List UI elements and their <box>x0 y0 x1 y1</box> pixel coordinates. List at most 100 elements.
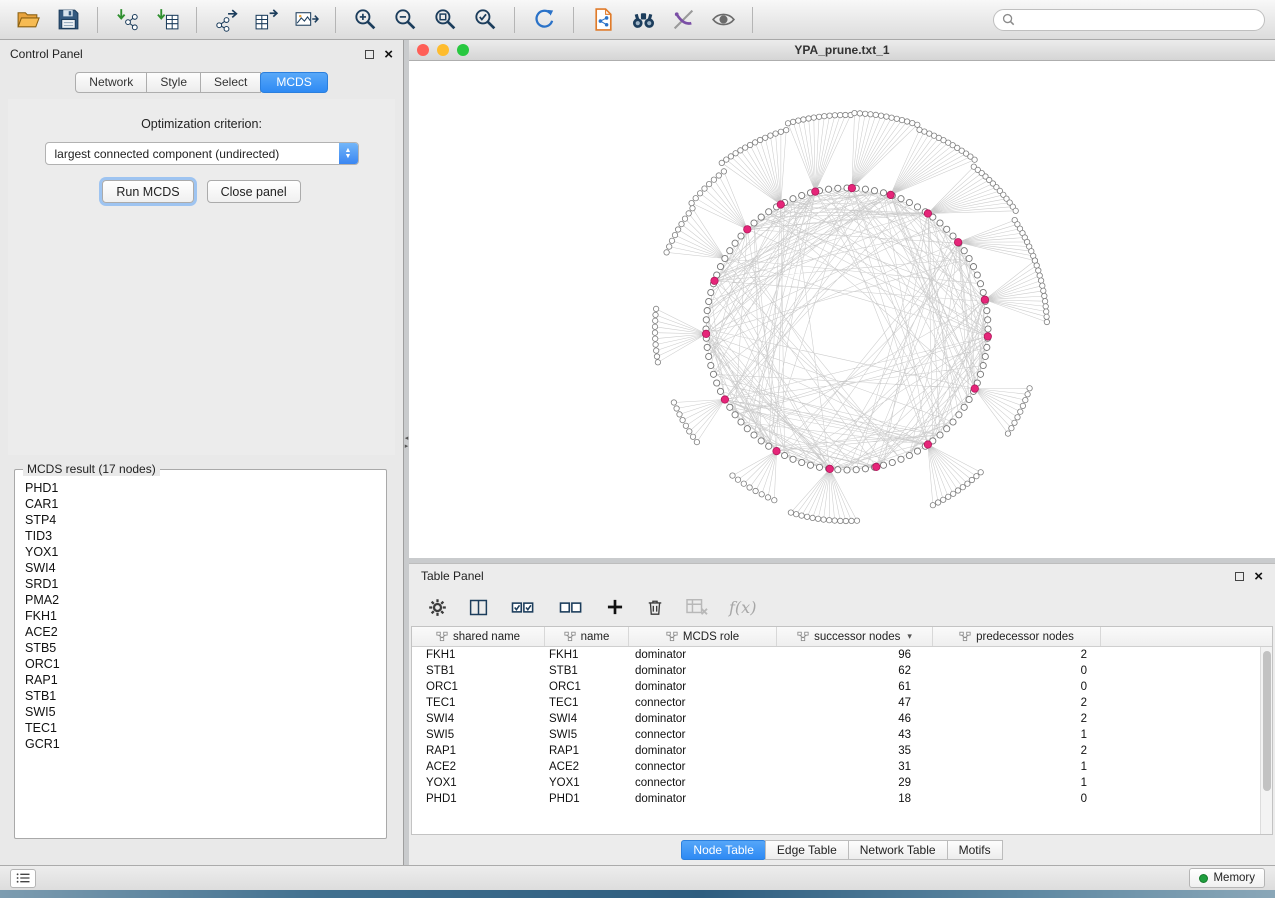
table-cell[interactable]: 62 <box>777 665 933 677</box>
mcds-result-item[interactable]: SWI5 <box>25 704 384 720</box>
mcds-result-item[interactable]: STP4 <box>25 512 384 528</box>
table-cell[interactable]: FKH1 <box>545 649 629 661</box>
table-row[interactable]: ACE2ACE2connector311 <box>412 759 1260 775</box>
table-cell[interactable]: 46 <box>777 713 933 725</box>
table-cell[interactable]: dominator <box>629 649 777 661</box>
table-cell[interactable]: dominator <box>629 793 777 805</box>
close-panel-button[interactable]: Close panel <box>207 180 301 203</box>
table-row[interactable]: SWI5SWI5connector431 <box>412 727 1260 743</box>
mcds-result-item[interactable]: ACE2 <box>25 624 384 640</box>
table-cell[interactable]: YOX1 <box>412 777 545 789</box>
table-cell[interactable]: STB1 <box>412 665 545 677</box>
table-cell[interactable]: connector <box>629 729 777 741</box>
export-image-icon[interactable] <box>288 5 324 35</box>
table-cell[interactable]: 1 <box>933 729 1101 741</box>
mcds-result-item[interactable]: ORC1 <box>25 656 384 672</box>
table-body[interactable]: FKH1FKH1dominator962STB1STB1dominator620… <box>412 647 1260 834</box>
table-cell[interactable]: dominator <box>629 665 777 677</box>
scrollbar-thumb[interactable] <box>1263 651 1271 791</box>
table-cell[interactable]: YOX1 <box>545 777 629 789</box>
table-cell[interactable]: RAP1 <box>412 745 545 757</box>
refresh-icon[interactable] <box>526 5 562 35</box>
mcds-result-item[interactable]: PHD1 <box>25 480 384 496</box>
task-history-button[interactable] <box>10 869 36 888</box>
table-cell[interactable]: 61 <box>777 681 933 693</box>
show-hide-icon[interactable] <box>705 5 741 35</box>
close-window-icon[interactable] <box>417 44 429 56</box>
table-cell[interactable]: PHD1 <box>545 793 629 805</box>
mcds-result-item[interactable]: TID3 <box>25 528 384 544</box>
table-row[interactable]: SWI4SWI4dominator462 <box>412 711 1260 727</box>
deselect-all-icon[interactable] <box>557 597 585 618</box>
table-cell[interactable]: RAP1 <box>545 745 629 757</box>
table-cell[interactable]: connector <box>629 697 777 709</box>
table-cell[interactable]: 2 <box>933 745 1101 757</box>
delete-column-icon[interactable] <box>645 597 665 618</box>
table-scrollbar[interactable] <box>1260 647 1272 834</box>
mcds-result-item[interactable]: SRD1 <box>25 576 384 592</box>
table-cell[interactable]: SWI5 <box>412 729 545 741</box>
table-row[interactable]: RAP1RAP1dominator352 <box>412 743 1260 759</box>
table-cell[interactable]: ORC1 <box>545 681 629 693</box>
memory-button[interactable]: Memory <box>1189 868 1265 888</box>
zoom-selected-icon[interactable] <box>467 5 503 35</box>
zoom-in-icon[interactable] <box>347 5 383 35</box>
tab-network-table[interactable]: Network Table <box>848 840 948 860</box>
table-cell[interactable]: 18 <box>777 793 933 805</box>
network-window-titlebar[interactable]: YPA_prune.txt_1 <box>409 40 1275 61</box>
table-cell[interactable]: 96 <box>777 649 933 661</box>
mcds-result-item[interactable]: PMA2 <box>25 592 384 608</box>
export-table-icon[interactable] <box>248 5 284 35</box>
table-row[interactable]: PHD1PHD1dominator180 <box>412 791 1260 807</box>
tab-network[interactable]: Network <box>75 72 147 93</box>
table-cell[interactable]: 0 <box>933 665 1101 677</box>
table-cell[interactable]: ACE2 <box>412 761 545 773</box>
mcds-result-item[interactable]: STB1 <box>25 688 384 704</box>
mcds-result-item[interactable]: STB5 <box>25 640 384 656</box>
network-canvas[interactable] <box>409 61 1275 558</box>
zoom-fit-icon[interactable] <box>427 5 463 35</box>
import-table-icon[interactable] <box>149 5 185 35</box>
float-panel-icon[interactable] <box>365 50 374 59</box>
table-cell[interactable]: 35 <box>777 745 933 757</box>
mcds-result-item[interactable]: FKH1 <box>25 608 384 624</box>
save-icon[interactable] <box>50 5 86 35</box>
table-cell[interactable]: dominator <box>629 745 777 757</box>
table-settings-icon[interactable] <box>427 597 448 618</box>
mcds-result-item[interactable]: RAP1 <box>25 672 384 688</box>
mcds-result-item[interactable]: CAR1 <box>25 496 384 512</box>
float-table-panel-icon[interactable] <box>1235 572 1244 581</box>
run-mcds-button[interactable]: Run MCDS <box>102 180 193 203</box>
mcds-result-item[interactable]: SWI4 <box>25 560 384 576</box>
mcds-result-item[interactable]: YOX1 <box>25 544 384 560</box>
copy-network-icon[interactable] <box>585 5 621 35</box>
open-icon[interactable] <box>10 5 46 35</box>
column-header-successor-nodes[interactable]: successor nodes▾ <box>777 627 933 646</box>
search-network-icon[interactable] <box>625 5 661 35</box>
delete-table-icon[interactable] <box>685 597 709 617</box>
table-row[interactable]: FKH1FKH1dominator962 <box>412 647 1260 663</box>
column-header-MCDS-role[interactable]: MCDS role <box>629 627 777 646</box>
import-network-icon[interactable] <box>109 5 145 35</box>
table-cell[interactable]: 43 <box>777 729 933 741</box>
search-input[interactable] <box>1021 13 1256 27</box>
table-row[interactable]: STB1STB1dominator620 <box>412 663 1260 679</box>
table-cell[interactable]: 1 <box>933 777 1101 789</box>
export-network-icon[interactable] <box>208 5 244 35</box>
tab-motifs[interactable]: Motifs <box>947 840 1003 860</box>
table-cell[interactable]: ACE2 <box>545 761 629 773</box>
table-cell[interactable]: TEC1 <box>412 697 545 709</box>
tab-edge-table[interactable]: Edge Table <box>765 840 849 860</box>
table-cell[interactable]: SWI5 <box>545 729 629 741</box>
column-header-shared-name[interactable]: shared name <box>412 627 545 646</box>
zoom-out-icon[interactable] <box>387 5 423 35</box>
close-panel-icon[interactable]: × <box>384 47 393 62</box>
minimize-window-icon[interactable] <box>437 44 449 56</box>
table-cell[interactable]: connector <box>629 761 777 773</box>
column-header-predecessor-nodes[interactable]: predecessor nodes <box>933 627 1101 646</box>
mcds-result-item[interactable]: GCR1 <box>25 736 384 752</box>
table-cell[interactable]: ORC1 <box>412 681 545 693</box>
table-cell[interactable]: FKH1 <box>412 649 545 661</box>
function-builder-icon[interactable]: f(x) <box>729 598 756 617</box>
add-column-icon[interactable] <box>605 597 625 617</box>
